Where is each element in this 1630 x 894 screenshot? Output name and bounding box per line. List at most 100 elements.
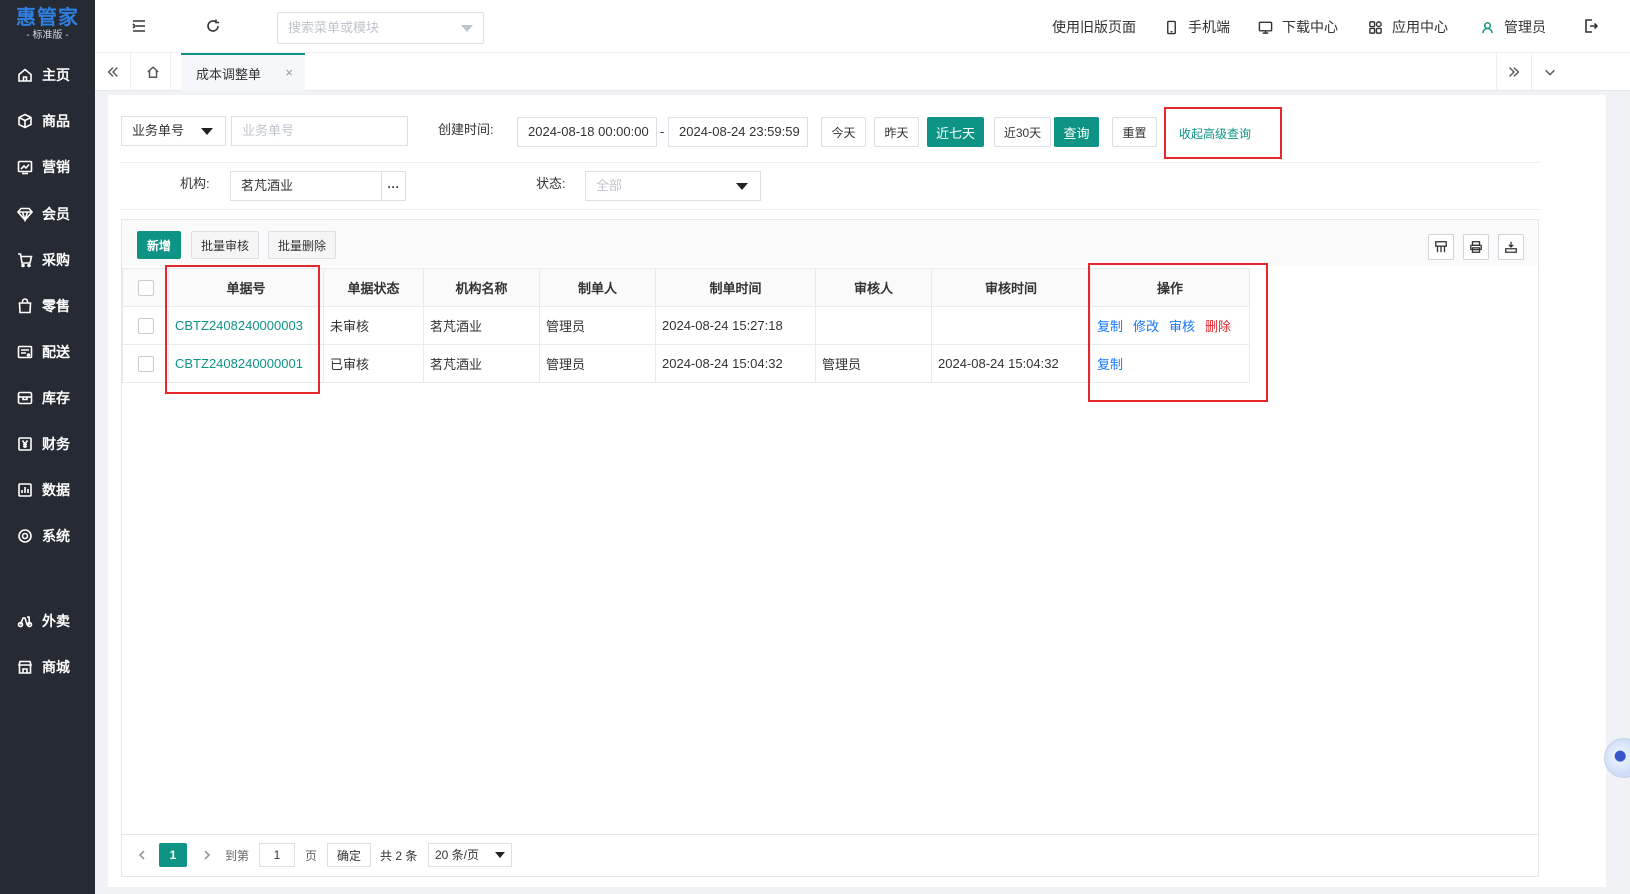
sidebar-item-label: 采购	[42, 252, 70, 268]
more-options-icon[interactable]: ···	[381, 172, 405, 202]
logo-edition: - 标准版 -	[26, 30, 69, 41]
sidebar-item-takeout[interactable]: 外卖	[0, 601, 95, 641]
page-size-select[interactable]: 20 条/页	[428, 843, 512, 867]
home-icon	[17, 67, 33, 83]
download-center-link[interactable]: 下载中心	[1258, 17, 1338, 37]
doc-number-input[interactable]: 业务单号	[231, 116, 408, 146]
last-30-days-button[interactable]: 近30天	[994, 117, 1051, 147]
sidebar-item-goods[interactable]: 商品	[0, 101, 95, 141]
refresh-icon[interactable]	[204, 17, 222, 35]
menu-search-input[interactable]: 搜索菜单或模块	[277, 12, 484, 44]
date-start-input[interactable]: 2024-08-18 00:00:00	[517, 117, 657, 147]
sidebar-item-mall[interactable]: 商城	[0, 647, 95, 687]
user-menu[interactable]: 管理员	[1480, 17, 1546, 37]
select-all-checkbox[interactable]	[137, 279, 154, 296]
tabs-scroll-left-icon[interactable]	[95, 53, 131, 91]
sidebar-item-delivery[interactable]: 配送	[0, 332, 95, 372]
page-unit-label: 页	[305, 849, 318, 863]
org-input-value: 茗芃酒业	[241, 178, 294, 193]
add-button[interactable]: 新增	[137, 231, 181, 259]
tabs-scroll-right-icon[interactable]	[1496, 53, 1532, 91]
reviewer-cell: 管理员	[815, 344, 932, 383]
org-input[interactable]: 茗芃酒业 ···	[230, 171, 406, 202]
sidebar-item-label: 主页	[42, 67, 70, 83]
sidebar-item-label: 商品	[42, 113, 70, 129]
sidebar-item-label: 数据	[42, 482, 70, 498]
status-select-value: 全部	[596, 178, 623, 193]
apps-grid-icon	[1369, 20, 1382, 34]
doc-number-link[interactable]: CBTZ2408240000001	[175, 356, 303, 371]
close-icon[interactable]: ×	[285, 65, 293, 80]
reset-button[interactable]: 重置	[1112, 117, 1157, 147]
col-created-at[interactable]: 制单时间	[655, 268, 816, 307]
column-settings-icon[interactable]	[1428, 234, 1454, 260]
logout-icon[interactable]	[1582, 17, 1600, 35]
col-doc-no[interactable]: 单据号	[168, 268, 324, 307]
created-at-cell: 2024-08-24 15:04:32	[655, 344, 816, 383]
last-7-days-button[interactable]: 近七天	[927, 117, 984, 147]
sidebar-item-label: 零售	[42, 298, 70, 314]
tabs-menu-chevron-icon[interactable]	[1532, 53, 1568, 91]
col-reviewed-at[interactable]: 审核时间	[931, 268, 1091, 307]
bar-chart-icon	[17, 482, 33, 498]
sidebar-item-inventory[interactable]: 库存	[0, 378, 95, 418]
app-logo[interactable]: 惠管家 - 标准版 -	[0, 0, 95, 48]
copy-action[interactable]: 复制	[1097, 319, 1123, 334]
old-page-link[interactable]: 使用旧版页面	[1052, 17, 1136, 37]
today-button[interactable]: 今天	[821, 117, 866, 147]
menu-toggle-icon[interactable]	[130, 17, 148, 35]
goto-page-input[interactable]: 1	[259, 843, 295, 867]
row-checkbox[interactable]	[137, 317, 154, 334]
print-icon[interactable]	[1463, 234, 1489, 260]
sidebar-item-retail[interactable]: 零售	[0, 286, 95, 326]
user-avatar-icon	[1482, 21, 1493, 33]
sidebar-item-home[interactable]: 主页	[0, 55, 95, 95]
tab-cost-adjustment[interactable]: 成本调整单 ×	[181, 53, 305, 91]
doc-number-link[interactable]: CBTZ2408240000003	[175, 318, 303, 333]
tab-bar: 成本调整单 ×	[95, 53, 1630, 91]
sidebar-item-finance[interactable]: 财务	[0, 424, 95, 464]
collapse-advanced-query-link[interactable]: 收起高级查询	[1179, 125, 1251, 142]
prev-page-icon[interactable]	[132, 845, 152, 865]
floating-assistant-button[interactable]	[1604, 738, 1630, 778]
created-time-label: 创建时间:	[438, 122, 494, 137]
home-tab-icon[interactable]	[135, 53, 171, 91]
delete-action[interactable]: 删除	[1205, 319, 1231, 334]
query-button[interactable]: 查询	[1054, 117, 1099, 147]
batch-delete-button[interactable]: 批量删除	[268, 231, 337, 259]
sidebar-item-marketing[interactable]: 营销	[0, 147, 95, 187]
chevron-down-icon	[461, 25, 473, 32]
col-org[interactable]: 机构名称	[423, 268, 540, 307]
date-end-input[interactable]: 2024-08-24 23:59:59	[668, 117, 808, 147]
sidebar-item-members[interactable]: 会员	[0, 194, 95, 234]
sidebar-item-data[interactable]: 数据	[0, 470, 95, 510]
field-select[interactable]: 业务单号	[121, 116, 226, 146]
yen-icon	[17, 436, 33, 452]
col-creator[interactable]: 制单人	[539, 268, 656, 307]
edit-action[interactable]: 修改	[1133, 319, 1159, 334]
sidebar-item-purchase[interactable]: 采购	[0, 240, 95, 280]
batch-review-button[interactable]: 批量审核	[191, 231, 260, 259]
mobile-link[interactable]: 手机端	[1164, 17, 1230, 37]
copy-action[interactable]: 复制	[1097, 357, 1123, 372]
col-reviewer[interactable]: 审核人	[815, 268, 932, 307]
chevron-down-icon	[736, 183, 748, 190]
creator-cell: 管理员	[539, 344, 656, 383]
pagination: 1 到第 1 页 确定 共 2 条 20 条/页	[122, 834, 1538, 876]
status-select[interactable]: 全部	[585, 171, 761, 201]
goto-confirm-button[interactable]: 确定	[327, 843, 371, 867]
table-row: CBTZ2408240000001 已审核 茗芃酒业 管理员 2024-08-2…	[122, 344, 1250, 383]
row-checkbox[interactable]	[137, 355, 154, 372]
actions-cell: 复制 修改 审核 删除	[1090, 306, 1250, 345]
sidebar-item-system[interactable]: 系统	[0, 516, 95, 556]
app-center-link[interactable]: 应用中心	[1368, 17, 1448, 37]
review-action[interactable]: 审核	[1169, 319, 1195, 334]
filter-bottom-divider	[120, 209, 1540, 210]
chevron-down-icon	[495, 852, 505, 858]
sidebar-item-label: 库存	[42, 390, 70, 406]
export-icon[interactable]	[1498, 234, 1524, 260]
next-page-icon[interactable]	[197, 845, 217, 865]
yesterday-button[interactable]: 昨天	[874, 117, 919, 147]
page-1-button[interactable]: 1	[159, 843, 187, 867]
col-status[interactable]: 单据状态	[323, 268, 424, 307]
